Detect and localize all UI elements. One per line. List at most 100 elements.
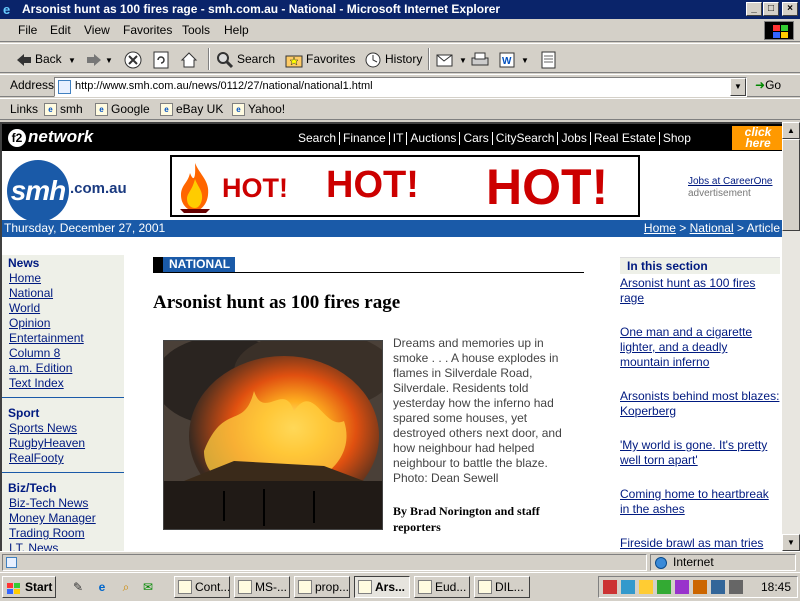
tray-icon[interactable] <box>657 580 671 594</box>
nav-item-world[interactable]: World <box>9 301 40 315</box>
forward-dropdown-icon[interactable]: ▼ <box>105 56 113 65</box>
scroll-down-icon[interactable]: ▼ <box>782 534 800 551</box>
nav-item-opinion[interactable]: Opinion <box>9 316 50 330</box>
banner-word-3: HOT! <box>486 159 609 215</box>
nav-cars[interactable]: Cars <box>463 131 488 145</box>
section-link[interactable]: 'My world is gone. It's pretty well torn… <box>620 438 780 468</box>
nav-item-am-edition[interactable]: a.m. Edition <box>9 361 72 375</box>
section-link[interactable]: Fireside brawl as man tries <box>620 536 780 551</box>
menu-view[interactable]: View <box>84 23 110 37</box>
taskbar-task[interactable]: Cont... <box>174 576 230 598</box>
forward-button[interactable]: ▼ <box>86 48 113 70</box>
home-button[interactable] <box>180 48 201 70</box>
taskbar-task[interactable]: DIL... <box>474 576 530 598</box>
scroll-thumb[interactable] <box>782 139 800 231</box>
nav-item-national[interactable]: National <box>9 286 53 300</box>
history-button[interactable]: History <box>364 48 422 70</box>
task-app-icon <box>178 580 192 594</box>
nav-item-money-manager[interactable]: Money Manager <box>9 511 96 525</box>
link-google[interactable]: e Google <box>95 102 150 117</box>
hot-banner-ad[interactable]: HOT! HOT! HOT! <box>170 155 640 217</box>
taskbar-task[interactable]: Eud... <box>414 576 470 598</box>
svg-text:W: W <box>502 56 512 67</box>
tray-icon[interactable] <box>693 580 707 594</box>
nav-item-column-8[interactable]: Column 8 <box>9 346 60 360</box>
ie-quicklaunch-icon[interactable]: e <box>94 579 110 595</box>
nav-shop[interactable]: Shop <box>663 131 691 145</box>
mail-button[interactable]: ▼ <box>436 48 467 70</box>
tray-icon[interactable] <box>729 580 743 594</box>
fire-photo <box>163 340 383 530</box>
explorer-icon[interactable]: ⌕ <box>118 579 134 595</box>
section-link[interactable]: Arsonists behind most blazes: Koperberg <box>620 389 780 419</box>
vertical-scrollbar[interactable]: ▲ ▼ <box>782 122 800 551</box>
back-dropdown-icon[interactable]: ▼ <box>68 56 76 65</box>
link-smh[interactable]: e smh <box>44 102 83 117</box>
title-bar: e Arsonist hunt as 100 fires rage - smh.… <box>0 0 800 19</box>
nav-item-it-news[interactable]: I.T. News <box>9 541 58 551</box>
nav-item-text-index[interactable]: Text Index <box>9 376 64 390</box>
smh-logo[interactable]: smh <box>7 160 69 222</box>
section-link[interactable]: Coming home to heartbreak in the ashes <box>620 487 780 517</box>
show-desktop-icon[interactable]: ✎ <box>70 579 86 595</box>
tray-icon[interactable] <box>603 580 617 594</box>
print-button[interactable] <box>470 48 493 70</box>
go-button[interactable]: ➜Go <box>755 78 781 92</box>
stop-button[interactable] <box>124 48 145 70</box>
back-button[interactable]: Back ▼ <box>16 48 76 70</box>
breadcrumb-home[interactable]: Home <box>644 221 676 235</box>
menu-help[interactable]: Help <box>224 23 249 37</box>
window-title: Arsonist hunt as 100 fires rage - smh.co… <box>22 2 501 16</box>
tray-icon[interactable] <box>711 580 725 594</box>
tray-icon[interactable] <box>639 580 653 594</box>
refresh-button[interactable] <box>152 48 173 70</box>
link-ebay[interactable]: e eBay UK <box>160 102 223 117</box>
close-button[interactable]: × <box>782 2 798 16</box>
click-here-button[interactable]: click here <box>732 126 782 150</box>
menu-favorites[interactable]: Favorites <box>123 23 172 37</box>
breadcrumb-national[interactable]: National <box>690 221 734 235</box>
taskbar: Start ✎ e ⌕ ✉ Cont... MS-... prop... Ars… <box>0 572 800 600</box>
edit-button[interactable]: W ▼ <box>498 48 529 70</box>
taskbar-task-active[interactable]: Ars... <box>354 576 410 598</box>
taskbar-task[interactable]: prop... <box>294 576 350 598</box>
section-link[interactable]: Arsonist hunt as 100 fires rage <box>620 276 780 306</box>
nav-citysearch[interactable]: CitySearch <box>496 131 555 145</box>
maximize-button[interactable]: □ <box>763 2 779 16</box>
taskbar-task[interactable]: MS-... <box>234 576 290 598</box>
jobs-careerone-link[interactable]: Jobs at CareerOne <box>688 176 773 187</box>
edit-dropdown-icon[interactable]: ▼ <box>521 56 529 65</box>
nav-jobs[interactable]: Jobs <box>561 131 586 145</box>
scroll-up-icon[interactable]: ▲ <box>782 122 800 139</box>
nav-item-rugbyheaven[interactable]: RugbyHeaven <box>9 436 85 450</box>
nav-real-estate[interactable]: Real Estate <box>594 131 656 145</box>
nav-item-sports-news[interactable]: Sports News <box>9 421 77 435</box>
minimize-button[interactable]: _ <box>746 2 762 16</box>
address-dropdown-icon[interactable]: ▼ <box>730 78 746 96</box>
menu-edit[interactable]: Edit <box>50 23 71 37</box>
status-bar: Internet <box>0 551 800 571</box>
search-button[interactable]: Search <box>216 48 275 70</box>
outlook-icon[interactable]: ✉ <box>140 579 156 595</box>
nav-item-realfooty[interactable]: RealFooty <box>9 451 64 465</box>
nav-item-biz-tech-news[interactable]: Biz-Tech News <box>9 496 88 510</box>
nav-finance[interactable]: Finance <box>343 131 386 145</box>
menu-file[interactable]: File <box>18 23 37 37</box>
f2-network-logo[interactable]: f2 network <box>8 127 93 147</box>
tray-icon[interactable] <box>621 580 635 594</box>
nav-search[interactable]: Search <box>298 131 336 145</box>
mail-dropdown-icon[interactable]: ▼ <box>459 56 467 65</box>
nav-item-trading-room[interactable]: Trading Room <box>9 526 85 540</box>
nav-item-entertainment[interactable]: Entertainment <box>9 331 84 345</box>
link-yahoo[interactable]: e Yahoo! <box>232 102 285 117</box>
address-input[interactable]: http://www.smh.com.au/news/0112/27/natio… <box>54 77 747 97</box>
favorites-button[interactable]: Favorites <box>285 48 355 70</box>
start-button[interactable]: Start <box>2 576 56 598</box>
section-link[interactable]: One man and a cigarette lighter, and a d… <box>620 325 780 370</box>
discuss-button[interactable] <box>540 48 561 70</box>
tray-icon[interactable] <box>675 580 689 594</box>
nav-auctions[interactable]: Auctions <box>410 131 456 145</box>
nav-item-home[interactable]: Home <box>9 271 41 285</box>
nav-it[interactable]: IT <box>393 131 404 145</box>
menu-tools[interactable]: Tools <box>182 23 210 37</box>
